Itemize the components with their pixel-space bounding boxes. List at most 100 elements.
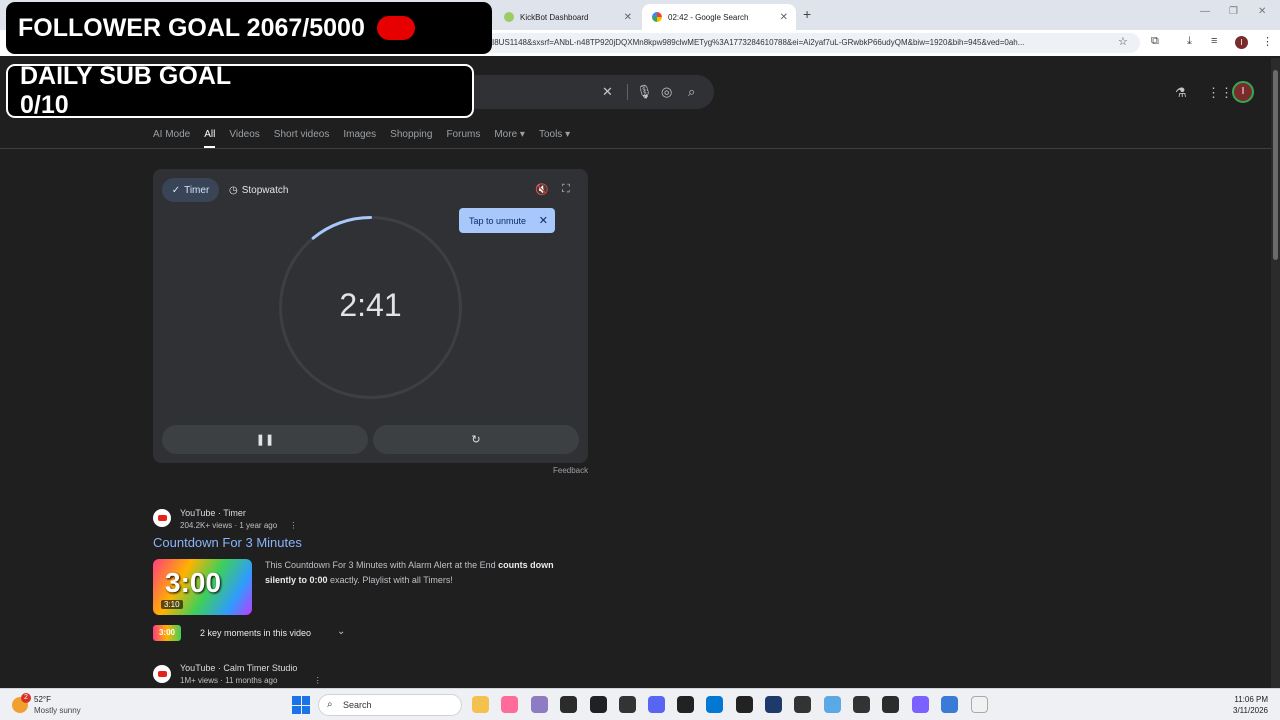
tab-tools[interactable]: Tools ▾ — [539, 129, 570, 140]
file-explorer-icon[interactable] — [472, 696, 489, 713]
address-bar[interactable]: I8US1148&sxsrf=ANbL-n48TP920jDQXMn8kpw98… — [480, 33, 1140, 53]
bookmark-star-icon[interactable]: ☆ — [1118, 35, 1128, 48]
tab-google-search[interactable]: 02:42 - Google Search ✕ — [642, 4, 796, 30]
daily-sub-progress-track — [294, 78, 460, 104]
app-icon[interactable] — [619, 696, 636, 713]
pause-icon: ❚❚ — [255, 434, 275, 446]
tab-short-videos[interactable]: Short videos — [274, 129, 330, 140]
result-source[interactable]: YouTube · Timer — [180, 508, 246, 518]
kickbot-favicon — [504, 12, 514, 22]
result-title-link[interactable]: Countdown For 3 Minutes — [153, 535, 302, 550]
search-icon[interactable]: ⌕ — [688, 84, 695, 100]
unmute-tooltip[interactable]: Tap to unmute ✕ — [459, 208, 555, 233]
app-icon[interactable] — [853, 696, 870, 713]
tab-more[interactable]: More ▾ — [494, 129, 525, 140]
tab-images[interactable]: Images — [343, 129, 376, 140]
chevron-down-icon[interactable]: ⌄ — [337, 626, 345, 637]
reset-icon: ↻ — [471, 434, 481, 446]
timer-mode-chip[interactable]: ✓ Timer — [162, 178, 219, 202]
youtube-icon — [153, 665, 171, 683]
close-tab-icon[interactable]: ✕ — [780, 12, 788, 23]
result-snippet: This Countdown For 3 Minutes with Alarm … — [265, 558, 585, 588]
system-clock[interactable]: 11:06 PM 3/11/2026 — [1224, 694, 1268, 716]
edge-icon[interactable] — [706, 696, 723, 713]
more-options-icon[interactable]: ⋮ — [289, 521, 297, 530]
result-meta-text: 1M+ views · 11 months ago — [180, 676, 278, 685]
notepad-icon[interactable] — [971, 696, 988, 713]
muted-speaker-icon[interactable]: 🔇 — [535, 183, 549, 196]
window-close-icon[interactable]: ✕ — [1258, 6, 1266, 17]
tab-title: KickBot Dashboard — [520, 12, 589, 22]
reset-button[interactable]: ↻ — [373, 425, 579, 454]
minimize-icon[interactable]: — — [1200, 6, 1210, 17]
fullscreen-icon[interactable]: ⛶ — [562, 183, 570, 196]
taskbar-search-label: Search — [343, 700, 372, 710]
scrollbar-thumb[interactable] — [1273, 70, 1278, 260]
search-divider — [627, 84, 628, 100]
app-icon[interactable] — [765, 696, 782, 713]
windows-taskbar: 2 52°F Mostly sunny ⌕ Search 11:06 PM 3/… — [0, 688, 1280, 720]
timer-widget: ✓ Timer ◷ Stopwatch 🔇 ⛶ Tap to unmute ✕ … — [153, 169, 588, 463]
voice-search-icon[interactable]: 🎙 — [636, 84, 653, 100]
reading-mode-icon[interactable]: ⧉ — [1151, 35, 1159, 48]
tab-tools-label: Tools — [538, 129, 563, 140]
result-source[interactable]: YouTube · Calm Timer Studio — [180, 663, 297, 673]
logitech-icon[interactable] — [794, 696, 811, 713]
follower-progress-track — [414, 16, 471, 40]
tab-shopping[interactable]: Shopping — [390, 129, 432, 140]
google-search-box[interactable]: ✕ 🎙 ◎ ⌕ — [470, 75, 714, 109]
app-icon[interactable] — [941, 696, 958, 713]
tab-all[interactable]: All — [204, 129, 216, 148]
check-icon: ✓ — [171, 184, 181, 196]
feedback-link[interactable]: Feedback — [553, 466, 588, 475]
media-control-icon[interactable]: ≡ — [1211, 35, 1217, 47]
labs-flask-icon[interactable]: ⚗ — [1175, 85, 1187, 101]
chrome-icon[interactable] — [590, 696, 607, 713]
new-tab-button[interactable]: + — [803, 6, 811, 22]
tab-forums[interactable]: Forums — [446, 129, 480, 140]
terminal-icon[interactable] — [882, 696, 899, 713]
download-icon[interactable]: ⤓ — [1187, 35, 1192, 48]
close-tab-icon[interactable]: ✕ — [624, 12, 632, 23]
discord-icon[interactable] — [648, 696, 665, 713]
tab-ai-mode[interactable]: AI Mode — [153, 129, 190, 140]
header-divider — [0, 148, 1272, 149]
tooltip-close-icon[interactable]: ✕ — [539, 214, 548, 227]
lens-icon[interactable]: ◎ — [661, 84, 672, 100]
google-account-avatar[interactable]: I — [1232, 81, 1254, 103]
taskbar-search[interactable]: ⌕ Search — [318, 694, 462, 716]
browser-menu-icon[interactable]: ⋮ — [1262, 35, 1273, 48]
weather-temperature[interactable]: 52°F — [34, 695, 51, 704]
daily-sub-goal-overlay: DAILY SUB GOAL 0/10 — [6, 62, 474, 119]
key-moments-thumbnail: 3:00 — [153, 625, 181, 641]
capcut-icon[interactable] — [677, 696, 694, 713]
daily-sub-goal-text: DAILY SUB GOAL 0/10 — [20, 62, 231, 119]
tab-kickbot-dashboard[interactable]: KickBot Dashboard ✕ — [494, 4, 640, 30]
more-options-icon[interactable]: ⋮ — [314, 676, 322, 685]
tools-caret-icon: ▾ — [565, 129, 571, 140]
stopwatch-mode-chip[interactable]: ◷ Stopwatch — [229, 178, 288, 202]
weather-description[interactable]: Mostly sunny — [34, 706, 81, 715]
music-app-icon[interactable] — [501, 696, 518, 713]
tab-videos[interactable]: Videos — [229, 129, 259, 140]
follower-progress-fill — [376, 16, 415, 40]
weather-badge: 2 — [21, 693, 31, 703]
start-button[interactable] — [292, 696, 310, 714]
key-moments-toggle[interactable]: 2 key moments in this video — [200, 628, 311, 638]
game-app-icon[interactable] — [531, 696, 548, 713]
more-caret-icon: ▾ — [519, 129, 525, 140]
snippet-plain: This Countdown For 3 Minutes with Alarm … — [265, 560, 499, 570]
video-thumbnail[interactable]: 3:00 3:10 — [153, 559, 252, 615]
epic-games-icon[interactable] — [560, 696, 577, 713]
apps-grid-icon[interactable]: ⋮⋮ — [1207, 85, 1233, 101]
browser-profile-avatar[interactable]: I — [1235, 36, 1248, 49]
tooltip-text: Tap to unmute — [469, 215, 527, 226]
maximize-icon[interactable]: ❐ — [1229, 6, 1238, 17]
snipping-tool-icon[interactable] — [824, 696, 841, 713]
app-icon[interactable] — [736, 696, 753, 713]
app-icon[interactable] — [912, 696, 929, 713]
clear-search-icon[interactable]: ✕ — [602, 84, 613, 100]
follower-goal-text: FOLLOWER GOAL 2067/5000 — [18, 13, 365, 42]
snippet-tail: exactly. Playlist with all Timers! — [327, 575, 453, 585]
pause-button[interactable]: ❚❚ — [162, 425, 368, 454]
